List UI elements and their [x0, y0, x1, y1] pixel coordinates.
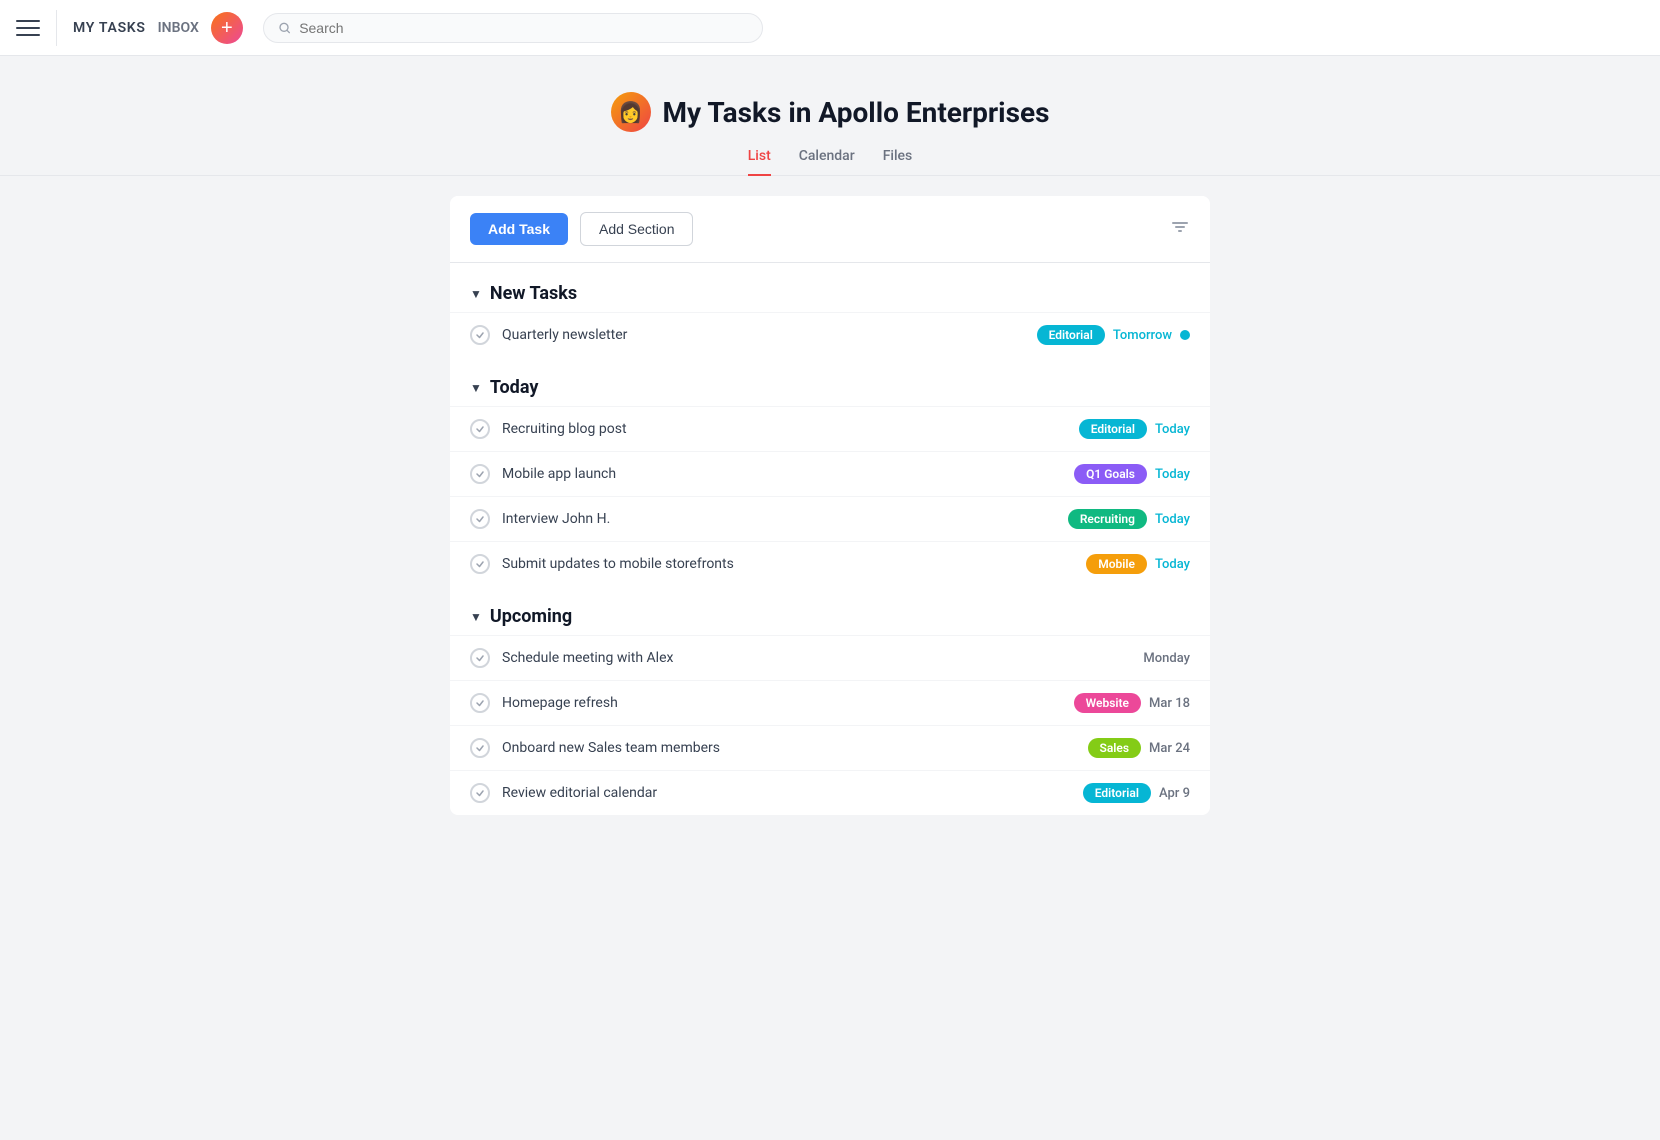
task-due-date: Monday — [1143, 651, 1190, 666]
section-title: Today — [490, 377, 539, 398]
section-header: ▼ New Tasks — [450, 263, 1210, 312]
table-row[interactable]: Schedule meeting with Alex Monday — [450, 635, 1210, 680]
task-tag: Website — [1074, 693, 1141, 713]
section-0: ▼ New Tasks Quarterly newsletter Editori… — [450, 263, 1210, 357]
menu-icon[interactable] — [16, 16, 40, 40]
section-collapse-icon[interactable]: ▼ — [470, 287, 482, 301]
task-checkbox[interactable] — [470, 464, 490, 484]
task-name: Homepage refresh — [502, 695, 1062, 711]
task-meta: Editorial Today — [1079, 419, 1190, 439]
inbox-nav-label[interactable]: INBOX — [158, 20, 199, 36]
section-collapse-icon[interactable]: ▼ — [470, 610, 482, 624]
task-meta: Monday — [1143, 651, 1190, 666]
table-row[interactable]: Homepage refresh Website Mar 18 — [450, 680, 1210, 725]
task-name: Schedule meeting with Alex — [502, 650, 1131, 666]
avatar: 👩 — [611, 92, 651, 132]
task-checkbox[interactable] — [470, 509, 490, 529]
task-due-date: Today — [1155, 512, 1190, 527]
task-name: Recruiting blog post — [502, 421, 1067, 437]
task-name: Quarterly newsletter — [502, 327, 1025, 343]
task-tag: Recruiting — [1068, 509, 1147, 529]
task-meta: Q1 Goals Today — [1074, 464, 1190, 484]
nav-divider — [56, 10, 57, 46]
task-meta: Editorial Apr 9 — [1083, 783, 1190, 803]
task-checkbox[interactable] — [470, 693, 490, 713]
task-tag: Sales — [1088, 738, 1142, 758]
task-card: Add Task Add Section ▼ New Tasks Quarter… — [450, 196, 1210, 815]
task-due-date: Today — [1155, 557, 1190, 572]
my-tasks-nav-label[interactable]: MY TASKS — [73, 20, 146, 36]
table-row[interactable]: Onboard new Sales team members Sales Mar… — [450, 725, 1210, 770]
task-due-date: Today — [1155, 467, 1190, 482]
task-meta: Sales Mar 24 — [1088, 738, 1191, 758]
search-input[interactable] — [299, 20, 748, 36]
toolbar: Add Task Add Section — [450, 196, 1210, 263]
task-tag: Editorial — [1037, 325, 1105, 345]
task-due-date: Tomorrow — [1113, 328, 1172, 343]
task-checkbox[interactable] — [470, 648, 490, 668]
task-tag: Editorial — [1083, 783, 1151, 803]
search-bar — [263, 13, 763, 43]
table-row[interactable]: Submit updates to mobile storefronts Mob… — [450, 541, 1210, 586]
add-task-button[interactable]: Add Task — [470, 213, 568, 245]
task-due-date: Mar 18 — [1149, 696, 1190, 711]
table-row[interactable]: Quarterly newsletter Editorial Tomorrow — [450, 312, 1210, 357]
task-meta: Recruiting Today — [1068, 509, 1190, 529]
task-tag: Q1 Goals — [1074, 464, 1147, 484]
tab-calendar[interactable]: Calendar — [799, 148, 855, 176]
page-tabs: List Calendar Files — [0, 148, 1660, 176]
task-checkbox[interactable] — [470, 419, 490, 439]
section-title: New Tasks — [490, 283, 577, 304]
table-row[interactable]: Recruiting blog post Editorial Today — [450, 406, 1210, 451]
task-name: Onboard new Sales team members — [502, 740, 1076, 756]
table-row[interactable]: Interview John H. Recruiting Today — [450, 496, 1210, 541]
task-due-date: Apr 9 — [1159, 786, 1190, 801]
add-button[interactable]: + — [211, 12, 243, 44]
task-checkbox[interactable] — [470, 325, 490, 345]
sections-container: ▼ New Tasks Quarterly newsletter Editori… — [450, 263, 1210, 815]
page-header: 👩 My Tasks in Apollo Enterprises List Ca… — [0, 56, 1660, 176]
main-content: Add Task Add Section ▼ New Tasks Quarter… — [450, 176, 1210, 855]
task-name: Interview John H. — [502, 511, 1056, 527]
task-meta: Editorial Tomorrow — [1037, 325, 1190, 345]
task-checkbox[interactable] — [470, 554, 490, 574]
tab-list[interactable]: List — [748, 148, 771, 176]
task-checkbox[interactable] — [470, 738, 490, 758]
task-name: Review editorial calendar — [502, 785, 1071, 801]
section-1: ▼ Today Recruiting blog post Editorial T… — [450, 357, 1210, 586]
filter-icon[interactable] — [1170, 217, 1190, 242]
task-meta: Website Mar 18 — [1074, 693, 1190, 713]
section-2: ▼ Upcoming Schedule meeting with Alex Mo… — [450, 586, 1210, 815]
task-due-date: Mar 24 — [1149, 741, 1190, 756]
task-tag: Editorial — [1079, 419, 1147, 439]
add-section-button[interactable]: Add Section — [580, 212, 694, 246]
task-checkbox[interactable] — [470, 783, 490, 803]
page-title: My Tasks in Apollo Enterprises — [663, 96, 1050, 129]
section-title: Upcoming — [490, 606, 572, 627]
section-header: ▼ Today — [450, 357, 1210, 406]
dot-indicator — [1180, 330, 1190, 340]
task-meta: Mobile Today — [1086, 554, 1190, 574]
task-due-date: Today — [1155, 422, 1190, 437]
search-icon — [278, 21, 291, 35]
table-row[interactable]: Mobile app launch Q1 Goals Today — [450, 451, 1210, 496]
section-collapse-icon[interactable]: ▼ — [470, 381, 482, 395]
task-name: Submit updates to mobile storefronts — [502, 556, 1074, 572]
top-navigation: MY TASKS INBOX + — [0, 0, 1660, 56]
task-tag: Mobile — [1086, 554, 1147, 574]
table-row[interactable]: Review editorial calendar Editorial Apr … — [450, 770, 1210, 815]
task-name: Mobile app launch — [502, 466, 1062, 482]
tab-files[interactable]: Files — [883, 148, 913, 176]
section-header: ▼ Upcoming — [450, 586, 1210, 635]
